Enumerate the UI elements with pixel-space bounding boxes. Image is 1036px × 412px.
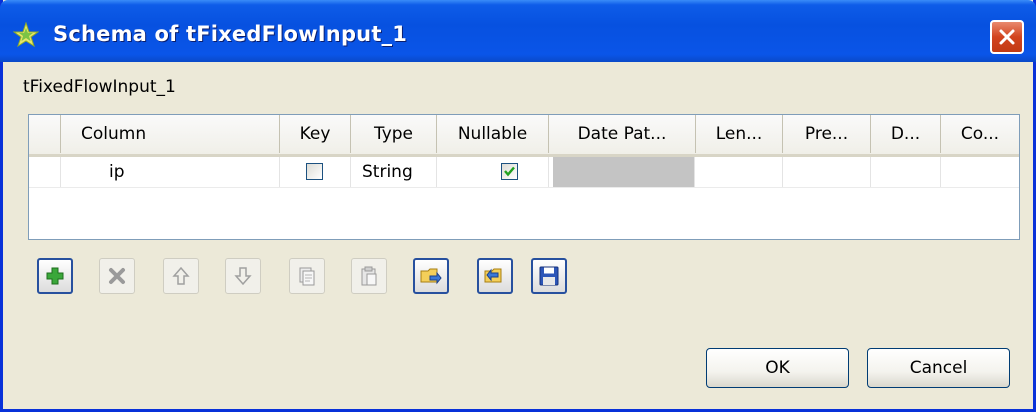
column-header-type[interactable]: Type bbox=[351, 115, 437, 153]
column-header-key[interactable]: Key bbox=[280, 115, 351, 153]
window-title: Schema of tFixedFlowInput_1 bbox=[53, 22, 408, 46]
cell-length[interactable] bbox=[696, 157, 783, 187]
schema-dialog: Schema of tFixedFlowInput_1 tFixedFlowIn… bbox=[0, 0, 1036, 412]
column-header-length[interactable]: Len... bbox=[696, 115, 783, 153]
cell-comment[interactable] bbox=[941, 157, 1019, 187]
export-button[interactable] bbox=[477, 258, 513, 294]
component-name-label: tFixedFlowInput_1 bbox=[23, 77, 176, 97]
import-button[interactable] bbox=[413, 258, 449, 294]
schema-table: Column Key Type Nullable Date Pat... Len… bbox=[28, 114, 1020, 240]
cell-date-pattern[interactable] bbox=[553, 157, 695, 187]
checkmark-icon bbox=[504, 166, 515, 177]
column-header-precision[interactable]: Pre... bbox=[783, 115, 871, 153]
cell-type[interactable]: String bbox=[351, 157, 437, 187]
save-button[interactable] bbox=[531, 258, 567, 294]
remove-button[interactable] bbox=[99, 258, 135, 294]
close-icon bbox=[999, 29, 1015, 45]
column-header-nullable[interactable]: Nullable bbox=[437, 115, 549, 153]
cell-precision[interactable] bbox=[783, 157, 871, 187]
folder-export-icon bbox=[484, 268, 502, 283]
arrow-down-icon bbox=[234, 267, 252, 286]
copy-button[interactable] bbox=[289, 258, 325, 294]
paste-button[interactable] bbox=[351, 258, 387, 294]
star-icon bbox=[13, 22, 39, 48]
key-checkbox[interactable] bbox=[306, 163, 323, 180]
column-header-column[interactable]: Column bbox=[61, 115, 280, 153]
add-button[interactable] bbox=[37, 258, 73, 294]
title-bar[interactable]: Schema of tFixedFlowInput_1 bbox=[0, 0, 1036, 62]
cell-column-name[interactable]: ip bbox=[61, 157, 280, 187]
floppy-disk-icon bbox=[539, 266, 559, 286]
cell-nullable[interactable] bbox=[437, 157, 549, 187]
arrow-up-icon bbox=[172, 266, 190, 285]
nullable-checkbox[interactable] bbox=[501, 163, 518, 180]
close-button[interactable] bbox=[990, 20, 1024, 54]
folder-import-icon bbox=[420, 268, 442, 285]
move-up-button[interactable] bbox=[163, 258, 199, 294]
table-row[interactable]: ip String bbox=[29, 157, 1019, 188]
row-handle[interactable] bbox=[29, 157, 61, 187]
cancel-button[interactable]: Cancel bbox=[867, 348, 1010, 388]
column-header-comment[interactable]: Co... bbox=[941, 115, 1019, 153]
paste-icon bbox=[361, 266, 377, 286]
x-icon bbox=[109, 268, 125, 284]
cell-key[interactable] bbox=[280, 157, 351, 187]
column-header-default[interactable]: D... bbox=[871, 115, 941, 153]
row-header-corner bbox=[29, 115, 61, 153]
move-down-button[interactable] bbox=[225, 258, 261, 294]
copy-icon bbox=[299, 267, 315, 286]
plus-icon bbox=[46, 267, 64, 285]
cell-default[interactable] bbox=[871, 157, 941, 187]
table-header: Column Key Type Nullable Date Pat... Len… bbox=[29, 115, 1019, 157]
column-header-date-pattern[interactable]: Date Pat... bbox=[549, 115, 696, 153]
ok-button[interactable]: OK bbox=[706, 348, 849, 388]
